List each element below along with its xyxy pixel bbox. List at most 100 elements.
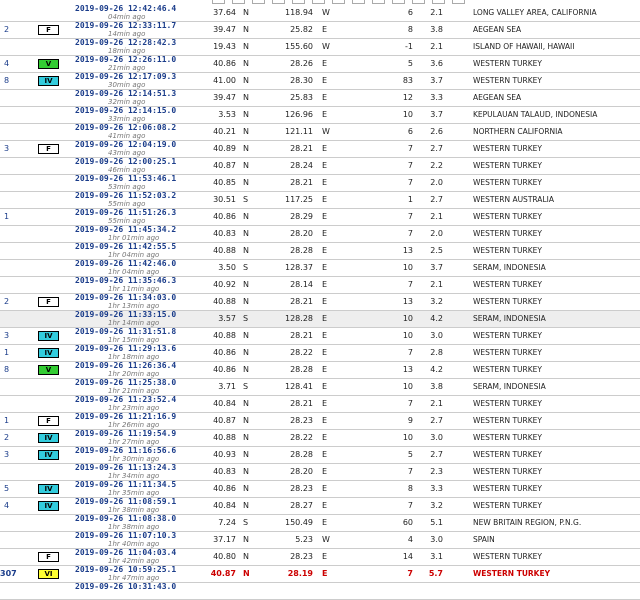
felt-count[interactable] [0, 311, 15, 327]
felt-count[interactable] [0, 583, 15, 599]
felt-count[interactable]: 2 [0, 430, 15, 446]
felt-count[interactable]: 1 [0, 413, 15, 429]
felt-count[interactable] [0, 532, 15, 548]
toolbar-box[interactable] [332, 0, 345, 4]
toolbar-box[interactable] [352, 0, 365, 4]
toolbar-box[interactable] [452, 0, 465, 4]
felt-count[interactable] [0, 277, 15, 293]
toolbar-box[interactable] [212, 0, 225, 4]
felt-count[interactable]: 307 [0, 566, 17, 582]
latitude-hemisphere: N [243, 161, 249, 170]
felt-count[interactable]: 1 [0, 345, 15, 361]
toolbar-box[interactable] [372, 0, 385, 4]
felt-count[interactable] [0, 39, 15, 55]
depth-km: 10 [402, 263, 413, 272]
felt-count[interactable] [0, 515, 15, 531]
felt-count[interactable]: 8 [0, 362, 15, 378]
toolbar-box[interactable] [312, 0, 325, 4]
felt-count[interactable] [0, 260, 15, 276]
latitude: 40.86 [213, 365, 236, 374]
felt-count[interactable]: 2 [0, 22, 15, 38]
intensity-badge[interactable]: F [38, 297, 59, 307]
longitude: 28.21 [290, 297, 313, 306]
magnitude: 2.1 [430, 212, 443, 221]
felt-count[interactable]: 5 [0, 481, 15, 497]
longitude: 28.23 [290, 416, 313, 425]
felt-count[interactable] [0, 175, 15, 191]
felt-count[interactable] [0, 107, 15, 123]
felt-count[interactable]: 3 [0, 328, 15, 344]
toolbar-box[interactable] [412, 0, 425, 4]
depth-km: 13 [402, 246, 413, 255]
latitude-hemisphere: N [243, 42, 249, 51]
felt-count[interactable] [0, 192, 15, 208]
magnitude: 2.1 [430, 280, 443, 289]
felt-count[interactable]: 2 [0, 294, 15, 310]
felt-count[interactable] [0, 158, 15, 174]
latitude: 40.83 [213, 467, 236, 476]
intensity-badge[interactable]: IV [38, 501, 59, 511]
latitude-hemisphere: N [243, 297, 249, 306]
latitude: 40.88 [213, 331, 236, 340]
felt-count[interactable] [0, 549, 15, 565]
magnitude: 4.2 [430, 365, 443, 374]
latitude-hemisphere: N [243, 229, 249, 238]
toolbar-box[interactable] [292, 0, 305, 4]
felt-count[interactable] [0, 464, 15, 480]
latitude-hemisphere: S [243, 195, 249, 204]
toolbar-box[interactable] [252, 0, 265, 4]
felt-count[interactable] [0, 90, 15, 106]
intensity-badge[interactable]: F [38, 552, 59, 562]
latitude-hemisphere: N [243, 280, 249, 289]
toolbar-box[interactable] [272, 0, 285, 4]
felt-count[interactable] [0, 226, 15, 242]
toolbar-box[interactable] [432, 0, 445, 4]
region-name: SERAM, INDONESIA [473, 263, 546, 272]
felt-count[interactable]: 4 [0, 56, 15, 72]
depth-km: 10 [402, 314, 413, 323]
felt-count[interactable]: 3 [0, 447, 15, 463]
region-name: WESTERN TURKEY [473, 348, 542, 357]
intensity-badge[interactable]: IV [38, 348, 59, 358]
intensity-badge[interactable]: F [38, 25, 59, 35]
depth-km: 12 [402, 93, 413, 102]
longitude: 118.94 [285, 8, 313, 17]
intensity-badge[interactable]: IV [38, 450, 59, 460]
felt-count[interactable] [0, 5, 15, 21]
longitude-hemisphere: E [322, 484, 328, 493]
region-name: AEGEAN SEA [473, 93, 522, 102]
magnitude: 2.7 [430, 450, 443, 459]
longitude-hemisphere: E [322, 365, 328, 374]
intensity-badge[interactable]: F [38, 416, 59, 426]
intensity-badge[interactable]: IV [38, 484, 59, 494]
toolbar-box[interactable] [232, 0, 245, 4]
latitude: 40.88 [213, 246, 236, 255]
intensity-badge[interactable]: V [38, 59, 59, 69]
event-datetime-link[interactable]: 2019-09-26 10:31:43.0 [75, 581, 176, 597]
felt-count[interactable]: 4 [0, 498, 15, 514]
magnitude: 2.0 [430, 178, 443, 187]
intensity-badge[interactable]: IV [38, 331, 59, 341]
intensity-badge[interactable]: IV [38, 76, 59, 86]
depth-km: 13 [402, 297, 413, 306]
intensity-badge[interactable]: F [38, 144, 59, 154]
intensity-badge[interactable]: V [38, 365, 59, 375]
felt-count[interactable]: 1 [0, 209, 15, 225]
intensity-badge[interactable]: VI [38, 569, 59, 579]
region-name: NEW BRITAIN REGION, P.N.G. [473, 518, 582, 527]
latitude: 41.00 [213, 76, 236, 85]
region-name: WESTERN TURKEY [473, 450, 542, 459]
felt-count[interactable]: 3 [0, 141, 15, 157]
felt-count[interactable] [0, 396, 15, 412]
magnitude: 2.7 [430, 195, 443, 204]
felt-count[interactable] [0, 243, 15, 259]
intensity-badge[interactable]: IV [38, 433, 59, 443]
latitude: 3.50 [218, 263, 236, 272]
depth-km: 10 [402, 110, 413, 119]
toolbar-box[interactable] [392, 0, 405, 4]
latitude-hemisphere: N [243, 552, 249, 561]
magnitude: 2.2 [430, 161, 443, 170]
felt-count[interactable]: 8 [0, 73, 15, 89]
felt-count[interactable] [0, 379, 15, 395]
felt-count[interactable] [0, 124, 15, 140]
